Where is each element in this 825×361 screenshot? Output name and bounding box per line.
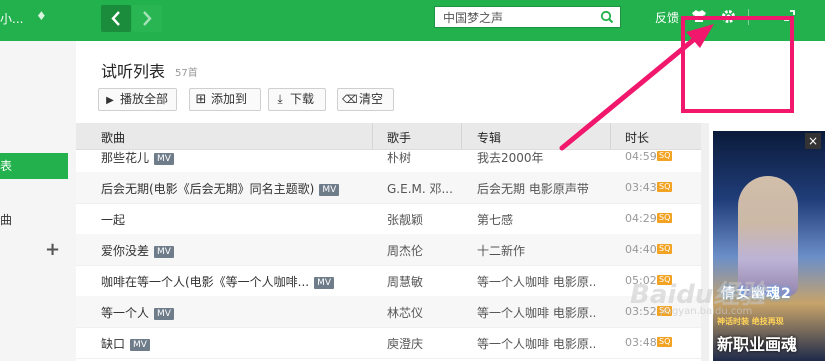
annotation-highlight-box <box>681 16 794 113</box>
watermark-url: jingyan.baidu.com <box>660 306 753 317</box>
